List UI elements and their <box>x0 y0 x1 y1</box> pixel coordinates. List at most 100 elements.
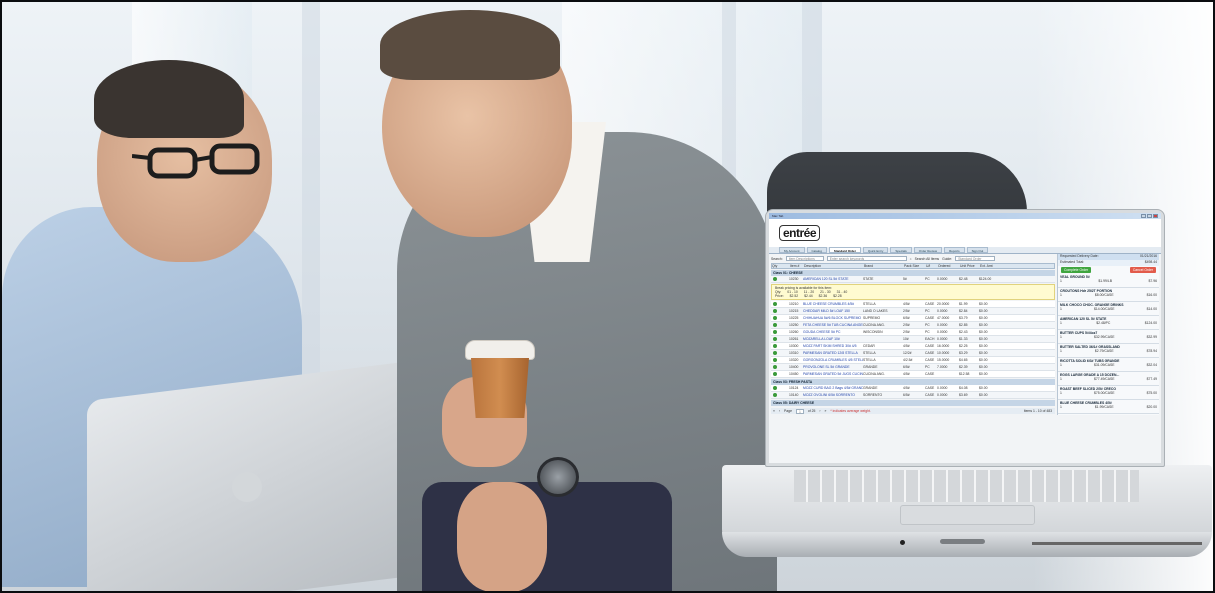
tab-catalog[interactable]: Catalog <box>806 247 827 253</box>
summary-item[interactable]: CROUTONS Hdr 25/2T PORTION 1 $8.00/CASE $16… <box>1058 288 1159 302</box>
column-header[interactable]: Qty <box>772 264 790 268</box>
summary-item-qty[interactable]: 1 <box>1060 363 1062 367</box>
qty-cell[interactable] <box>771 392 789 398</box>
item-description-link[interactable]: GOUDA CHEESE 5# PC <box>803 330 863 334</box>
tab-order-review[interactable]: Order Review <box>913 247 943 253</box>
qty-cell[interactable] <box>771 357 789 363</box>
table-row[interactable]: 10400 PROVOLONE SL 5# GRANDE GRANDE 6/5# PC 7… <box>771 364 1055 371</box>
qty-cell[interactable] <box>771 276 789 282</box>
add-icon[interactable] <box>773 329 777 334</box>
add-icon[interactable] <box>773 385 777 390</box>
add-icon[interactable] <box>773 301 777 306</box>
table-row[interactable]: 10210 BLUE CHEESE CRUMBLES 4/5# STELLA 4/5#… <box>771 301 1055 308</box>
item-description-link[interactable]: MOZZ CURD BAG 2 Bags 4/5# GRANDE <box>803 386 863 390</box>
summary-item[interactable]: RICOTTA SOLID 6/3# TUBS GRANDE 1 $31.09/CA… <box>1058 358 1159 372</box>
summary-item[interactable]: BUTTER SALTED 36/1# GRASSLAND 1 $2.79/CASE… <box>1058 344 1159 358</box>
summary-item[interactable]: BLUE CHEESE CRUMBLES 4/5# 1 $1.99/CASE $20.… <box>1058 400 1159 414</box>
search-mode-select[interactable]: Item Descriptions <box>785 256 824 261</box>
summary-item-qty[interactable]: 1 <box>1060 335 1062 339</box>
search-icon[interactable]: ⌕ <box>910 257 912 261</box>
qty-cell[interactable] <box>771 343 789 349</box>
guide-select[interactable]: Standard Order <box>955 256 996 261</box>
column-header[interactable]: Pack Size <box>904 264 926 268</box>
item-description-link[interactable]: MOZZ PART SKIM SHRED 30# 4/5 <box>803 344 863 348</box>
search-all-items-checkbox[interactable]: Search All Items <box>915 257 940 261</box>
qty-cell[interactable] <box>771 315 789 321</box>
add-icon[interactable] <box>773 322 777 327</box>
summary-item-qty[interactable]: 1 <box>1060 307 1062 311</box>
add-icon[interactable] <box>773 343 777 348</box>
qty-cell[interactable] <box>771 385 789 391</box>
qty-cell[interactable] <box>771 301 789 307</box>
item-description-link[interactable]: FETA CHEESE 5# TUB CUCINA ANGELINA <box>803 323 863 327</box>
add-icon[interactable] <box>773 308 777 313</box>
minimize-button[interactable] <box>1141 214 1146 218</box>
summary-item-qty[interactable]: 1 <box>1060 405 1062 409</box>
column-header[interactable]: Item # <box>790 264 804 268</box>
pager-prev-icon[interactable]: ‹ <box>779 409 780 413</box>
qty-cell[interactable] <box>771 322 789 328</box>
summary-item[interactable]: VEAL GROUND 5# 1 $1.99/LB $7.96 <box>1058 274 1159 288</box>
item-description-link[interactable]: CHEDDAR MILD 5# LOAF 150 <box>803 309 863 313</box>
add-icon[interactable] <box>773 315 777 320</box>
table-row[interactable]: 10300 MOZZ PART SKIM SHRED 30# 4/5 CEDAR 4/… <box>771 343 1055 350</box>
tab-quick-entry[interactable]: Quick Entry <box>862 247 889 253</box>
table-row[interactable]: 10260 GOUDA CHEESE 5# PC WISCONSIN 2/5# PC 0.… <box>771 329 1055 336</box>
add-icon[interactable] <box>773 364 777 369</box>
cancel-order-button[interactable]: Cancel Order <box>1129 267 1156 273</box>
qty-cell[interactable] <box>771 308 789 314</box>
item-description-link[interactable]: GORGONZOLA CRUMBLES 4/5 STELLA <box>803 358 863 362</box>
column-header[interactable]: Brand <box>864 264 904 268</box>
summary-item[interactable]: BUTTER CUPS 5#/4oz7 1 $32.99/CASE $32.99 <box>1058 330 1159 344</box>
column-header[interactable]: Ext. Amt <box>980 264 1000 268</box>
summary-item-qty[interactable]: 1 <box>1060 279 1062 283</box>
maximize-button[interactable] <box>1147 214 1152 218</box>
summary-item-qty[interactable]: 1 <box>1060 391 1062 395</box>
column-header[interactable]: Unit Price <box>960 264 980 268</box>
table-row[interactable]: 10140 MOZZ OVOLINI 6/5# SORRENTO SORRENTO 6… <box>771 392 1055 399</box>
item-description-link[interactable]: AMERICAN 120 SL 5# STATE <box>803 277 863 281</box>
qty-cell[interactable] <box>771 364 789 370</box>
column-header[interactable]: U/I <box>926 264 938 268</box>
table-row[interactable]: 10230 AMERICAN 120 SL 5# STATE STATE 5# … <box>771 276 1055 283</box>
summary-item-qty[interactable]: 1 <box>1060 293 1062 297</box>
summary-item-qty[interactable]: 1 <box>1060 349 1062 353</box>
pager-next-icon[interactable]: › <box>819 409 820 413</box>
table-row[interactable]: 10320 GORGONZOLA CRUMBLES 4/5 STELLA STELL… <box>771 357 1055 364</box>
add-icon[interactable] <box>773 371 777 376</box>
tab-my-account[interactable]: My Account <box>779 247 805 253</box>
add-icon[interactable] <box>773 392 777 397</box>
table-row[interactable]: 10225 CHIHUAHUA 5#/6 BLOCK SUPREMO SUPREMO… <box>771 315 1055 322</box>
qty-cell[interactable] <box>771 336 789 342</box>
summary-item-qty[interactable]: 1 <box>1060 377 1062 381</box>
table-row[interactable]: 10215 CHEDDAR MILD 5# LOAF 150 LAND O LAKE… <box>771 308 1055 315</box>
qty-cell[interactable] <box>771 350 789 356</box>
table-row[interactable]: 10124 MOZZ CURD BAG 2 Bags 4/5# GRANDE GRA… <box>771 385 1055 392</box>
table-row[interactable]: 10250 FETA CHEESE 5# TUB CUCINA ANGELINAC… <box>771 322 1055 329</box>
column-header[interactable]: Ordered <box>938 264 960 268</box>
qty-cell[interactable] <box>771 329 789 335</box>
add-icon[interactable] <box>773 350 777 355</box>
item-description-link[interactable]: PARMESAN GRATED 12/8 STELLA <box>803 351 863 355</box>
pager-last-icon[interactable]: » <box>825 409 827 413</box>
item-description-link[interactable]: CHIHUAHUA 5#/6 BLOCK SUPREMO <box>803 316 863 320</box>
qty-cell[interactable] <box>771 371 789 377</box>
add-icon[interactable] <box>773 336 777 341</box>
summary-item-qty[interactable]: 1 <box>1060 321 1062 325</box>
tab-reports[interactable]: Reports <box>944 247 965 253</box>
tab-sign-out[interactable]: Sign Out <box>966 247 989 253</box>
item-description-link[interactable]: MOZARELLA LOAF 10# <box>803 337 863 341</box>
add-icon[interactable] <box>773 276 777 281</box>
close-button[interactable] <box>1153 214 1158 218</box>
column-header[interactable]: Description <box>804 264 864 268</box>
tab-standard-order[interactable]: Standard Order <box>828 247 861 253</box>
complete-order-button[interactable]: Complete Order <box>1061 267 1092 273</box>
summary-item[interactable]: ROAST BEEF SLICED 2/5# CRECO 1 $75.00/CASE… <box>1058 386 1159 400</box>
table-row[interactable]: 10310 PARMESAN GRATED 12/8 STELLA STELLA 12… <box>771 350 1055 357</box>
item-description-link[interactable]: PROVOLONE SL 5# GRANDE <box>803 365 863 369</box>
item-description-link[interactable]: PARMESAN GRATED 5# JUGS CUCINA <box>803 372 863 376</box>
table-row[interactable]: 10450 PARMESAN GRATED 5# JUGS CUCINA CUCIN… <box>771 371 1055 378</box>
item-description-link[interactable]: BLUE CHEESE CRUMBLES 4/5# <box>803 302 863 306</box>
item-description-link[interactable]: MOZZ OVOLINI 6/5# SORRENTO <box>803 393 863 397</box>
add-icon[interactable] <box>773 357 777 362</box>
